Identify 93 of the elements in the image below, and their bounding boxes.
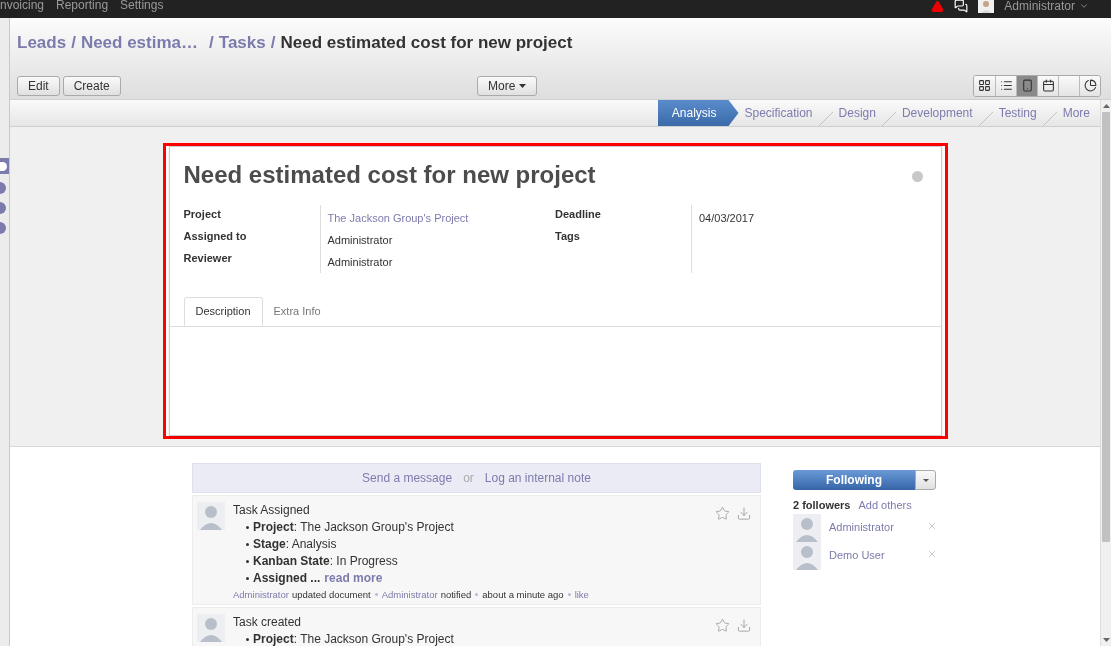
change-line: Project: The Jackson Group's Project — [253, 631, 454, 646]
footer-link[interactable]: Administrator — [381, 587, 438, 602]
author-avatar — [197, 614, 225, 642]
footer-text: notified — [440, 588, 472, 602]
view-button[interactable] — [974, 75, 995, 96]
pie-chart-icon — [1083, 79, 1097, 92]
field-value: Administrator — [327, 233, 394, 248]
grid-icon — [978, 79, 991, 92]
chat-icon[interactable] — [954, 0, 969, 13]
footer-text: updated document — [291, 588, 371, 602]
send-message-link[interactable]: Send a message — [362, 469, 453, 487]
or-text: or — [463, 470, 474, 487]
action-button[interactable]: Create — [62, 75, 121, 96]
field-label: Project — [183, 207, 222, 222]
view-button[interactable] — [995, 75, 1016, 96]
footer-text: about a minute ago — [482, 588, 564, 602]
scrollbar-thumb[interactable] — [1102, 112, 1110, 542]
follower-link[interactable]: Administrator — [829, 519, 919, 536]
breadcrumb-link[interactable]: Leads — [17, 30, 67, 56]
footer-link[interactable]: like — [574, 587, 589, 602]
breadcrumb-link[interactable]: Need estima… — [80, 30, 199, 56]
form-tab[interactable]: Description — [183, 297, 263, 326]
menu-item[interactable]: nvoicing — [0, 0, 45, 14]
form-icon — [1020, 79, 1034, 92]
breadcrumb-separator: / — [71, 32, 76, 54]
field-value: Administrator — [327, 255, 394, 270]
bullet-icon — [246, 560, 249, 563]
scroll-down-icon[interactable] — [1102, 638, 1110, 642]
read-more-link[interactable]: read more — [324, 570, 383, 587]
action-button[interactable]: Edit — [17, 75, 60, 96]
field-link[interactable]: The Jackson Group's Project — [327, 210, 469, 227]
user-avatar-icon — [978, 0, 995, 13]
inbox-icon[interactable] — [736, 618, 752, 633]
calendar-icon — [1041, 79, 1055, 92]
followers-count: 2 followers — [793, 498, 851, 513]
follower-avatar — [793, 541, 821, 570]
breadcrumb-link[interactable]: Tasks — [218, 30, 266, 56]
bullet-icon — [246, 638, 249, 641]
record-title: Need estimated cost for new project — [183, 160, 596, 190]
change-line: Stage: Analysis — [253, 536, 337, 553]
list-icon — [999, 79, 1013, 92]
follower-avatar — [793, 513, 821, 542]
field-label: Deadline — [555, 207, 602, 222]
bullet-icon — [246, 526, 249, 529]
field-label: Reviewer — [183, 251, 233, 266]
inbox-icon[interactable] — [736, 506, 752, 521]
stage-step[interactable]: More — [1056, 100, 1096, 126]
stage-step[interactable]: Testing — [992, 100, 1043, 126]
stage-step[interactable]: Analysis — [657, 100, 739, 126]
stage-step[interactable]: Design — [832, 100, 882, 126]
star-icon[interactable] — [715, 618, 730, 633]
field-value: 04/03/2017 — [699, 211, 755, 226]
circle-tab-icon[interactable] — [0, 202, 6, 214]
star-icon[interactable] — [715, 506, 730, 521]
stage-step[interactable]: Development — [895, 100, 979, 126]
following-dropdown[interactable] — [915, 470, 936, 490]
stage-step[interactable]: Specification — [738, 100, 819, 126]
bullet-icon — [246, 543, 249, 546]
breadcrumb-current: Need estimated cost for new project — [280, 32, 573, 54]
more-button[interactable]: More — [477, 75, 538, 96]
bullet-icon — [246, 577, 249, 580]
form-tab[interactable]: Extra Info — [262, 297, 332, 326]
message-title: Task created — [233, 614, 303, 631]
circle-tab-icon[interactable] — [0, 182, 6, 194]
log-note-link[interactable]: Log an internal note — [484, 469, 591, 487]
following-button[interactable]: Following — [793, 470, 915, 490]
circle-tab-icon[interactable] — [0, 222, 6, 234]
view-button[interactable] — [1079, 75, 1100, 96]
breadcrumb-separator: / — [270, 32, 276, 54]
caret-icon — [922, 478, 929, 482]
add-others-link[interactable]: Add others — [858, 497, 912, 514]
user-menu[interactable]: Administrator — [1004, 0, 1089, 15]
field-label: Tags — [555, 229, 581, 244]
breadcrumb-separator: / — [209, 32, 214, 54]
caret-icon — [519, 83, 527, 88]
remove-icon[interactable] — [927, 548, 937, 559]
caret-icon — [1079, 1, 1089, 11]
menu-item[interactable]: Reporting — [56, 0, 109, 14]
message-title: Task Assigned — [233, 502, 311, 519]
view-button[interactable] — [1016, 75, 1037, 96]
scroll-up-icon[interactable] — [1102, 104, 1110, 108]
field-label: Assigned to — [183, 229, 248, 244]
change-line: Kanban State: In Progress — [253, 553, 398, 570]
footer-link[interactable]: Administrator — [233, 587, 289, 602]
change-line: Project: The Jackson Group's Project — [253, 519, 454, 536]
follower-link[interactable]: Demo User — [829, 547, 919, 564]
menu-item[interactable]: Settings — [120, 0, 164, 14]
change-line: Assigned ... — [253, 570, 321, 587]
remove-icon[interactable] — [927, 520, 937, 531]
view-button[interactable] — [1037, 75, 1058, 96]
circle-tab-icon[interactable] — [0, 158, 9, 174]
warning-icon[interactable] — [931, 0, 945, 13]
author-avatar — [197, 502, 225, 530]
